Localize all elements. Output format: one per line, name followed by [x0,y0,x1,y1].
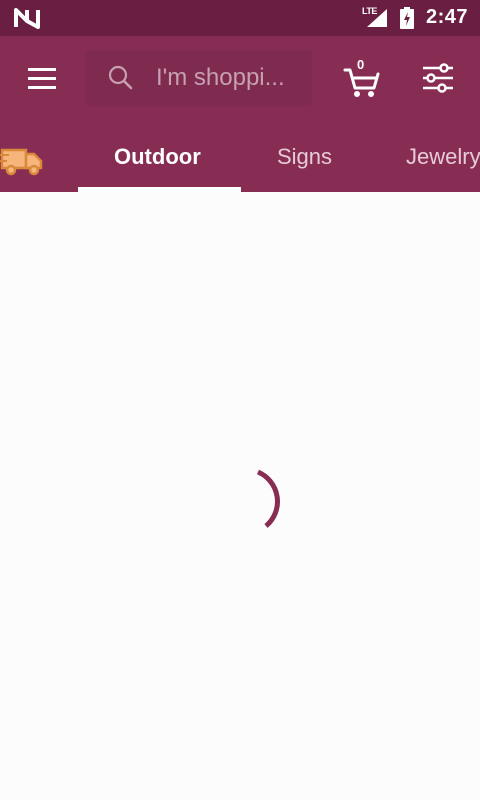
category-tabs: Outdoor Signs Jewelry [0,122,480,192]
delivery-truck-icon [0,148,43,176]
sliders-filter-icon [423,63,453,93]
clock: 2:47 [425,6,468,28]
search-placeholder: I'm shoppi... [156,64,285,91]
battery-charging-icon [400,7,414,29]
tab-jewelry[interactable]: Jewelry [406,144,480,170]
tab-outdoor[interactable]: Outdoor [114,144,201,170]
active-tab-indicator [78,187,241,192]
status-bar: LTE 2:47 [0,0,480,36]
cart-button[interactable]: 0 [340,56,384,100]
menu-button[interactable] [22,64,62,94]
search-icon [108,65,133,90]
signal-strength-icon [367,9,387,27]
loading-spinner-icon [256,469,280,528]
search-input[interactable]: I'm shoppi... [86,50,312,106]
filter-button[interactable] [418,58,458,98]
tab-signs[interactable]: Signs [277,144,332,170]
hamburger-menu-icon [28,68,56,89]
cart-count-badge: 0 [357,57,365,72]
delivery-tab[interactable] [0,140,44,181]
android-n-logo-icon [14,8,40,29]
app-bar: I'm shoppi... 0 Outdoor Signs Jewelry [0,36,480,192]
